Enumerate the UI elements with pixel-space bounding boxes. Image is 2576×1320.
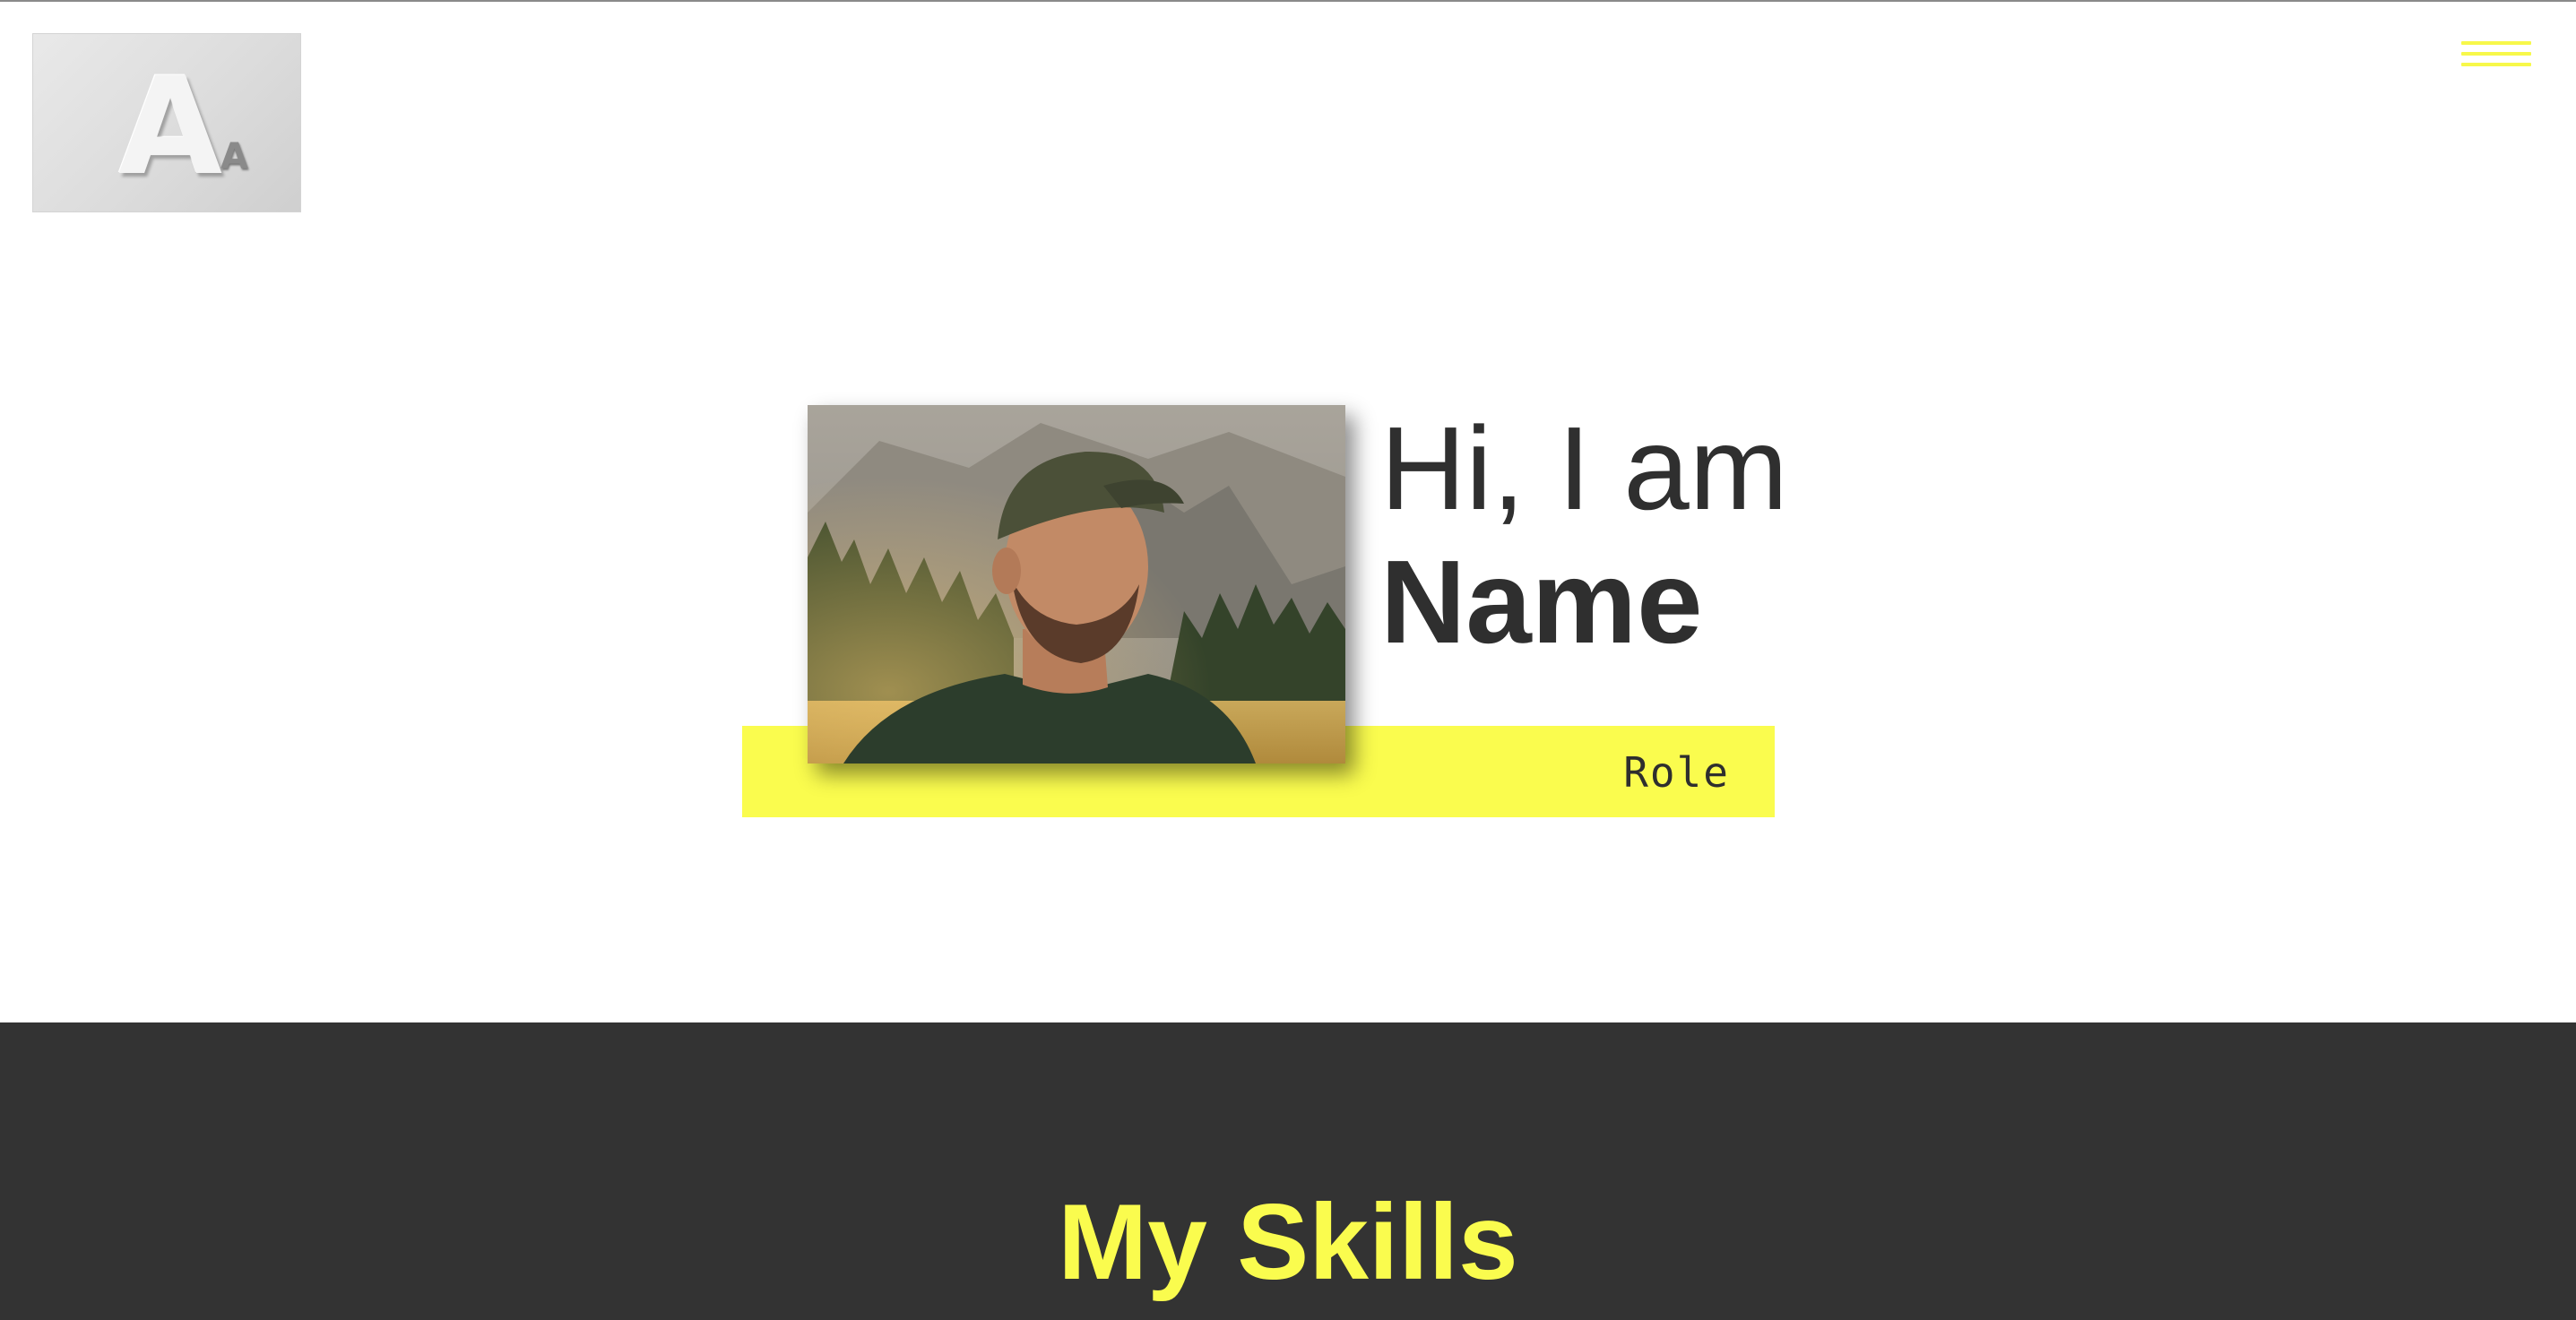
menu-bar xyxy=(2461,41,2531,45)
logo-large-letter: A xyxy=(118,49,223,205)
portrait-photo xyxy=(808,405,1345,764)
role-text: Role xyxy=(1623,748,1730,797)
skills-heading: My Skills xyxy=(1058,1182,1518,1302)
site-logo[interactable]: A A xyxy=(32,33,301,212)
logo-small-letter: A xyxy=(220,136,248,177)
menu-bar xyxy=(2461,52,2531,56)
page: A A Role Hi, I am Name My Skills xyxy=(0,0,2576,1320)
hamburger-menu-icon[interactable] xyxy=(2461,38,2531,73)
skills-section: My Skills xyxy=(0,1022,2576,1320)
hero-greeting: Hi, I am xyxy=(1380,402,1788,534)
hero-name: Name xyxy=(1380,536,1703,668)
top-divider xyxy=(0,0,2576,2)
menu-bar xyxy=(2461,63,2531,66)
